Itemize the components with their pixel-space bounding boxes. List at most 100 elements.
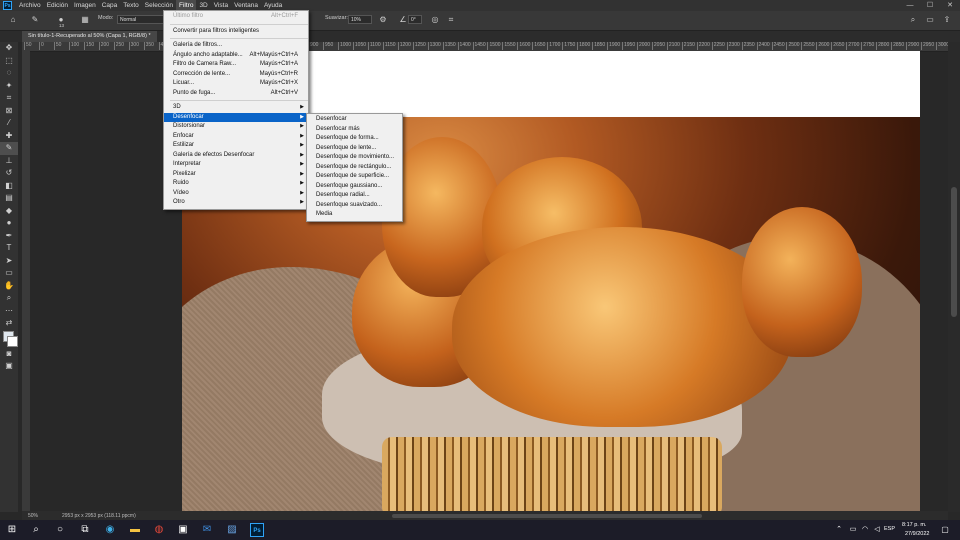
- notifications-icon[interactable]: ▢: [938, 523, 952, 537]
- history-brush-icon[interactable]: ↺: [0, 167, 18, 180]
- photoshop-taskbar-icon[interactable]: Ps: [250, 523, 264, 537]
- angle-input[interactable]: 0°: [408, 15, 422, 24]
- move-tool-icon[interactable]: ✥: [0, 42, 18, 55]
- filter-menu-item-otro[interactable]: Otro ▶: [164, 198, 308, 208]
- lasso-tool-icon[interactable]: ◌: [0, 67, 18, 80]
- filter-menu-item-estilizar[interactable]: Estilizar ▶: [164, 141, 308, 151]
- brush-tool-icon[interactable]: ✎: [0, 142, 18, 155]
- filter-menu-item-3d[interactable]: 3D ▶: [164, 103, 308, 113]
- ruler-tick: 2000: [636, 42, 651, 50]
- filter-menu-item-filtro-de-camera-raw[interactable]: Filtro de Camera Raw... Mayús+Ctrl+A: [164, 60, 308, 70]
- stamp-tool-icon[interactable]: ⊥: [0, 155, 18, 168]
- document-tab[interactable]: Sin título-1-Recuperado al 50% (Capa 1, …: [22, 31, 157, 42]
- pen-tool-icon[interactable]: ✒: [0, 230, 18, 243]
- blur-menu-item-desenfocar-mas[interactable]: Desenfocar más: [307, 125, 402, 135]
- path-select-icon[interactable]: ➤: [0, 255, 18, 268]
- file-explorer-icon[interactable]: ▬: [128, 523, 142, 537]
- menu-texto[interactable]: Texto: [120, 0, 142, 11]
- type-tool-icon[interactable]: T: [0, 242, 18, 255]
- blur-menu-item-desenfocar[interactable]: Desenfocar: [307, 115, 402, 125]
- mode-select[interactable]: Normal: [117, 15, 165, 24]
- minimize-button[interactable]: —: [900, 0, 920, 11]
- windows-start-icon[interactable]: ⊞: [5, 523, 19, 537]
- brush-settings-icon[interactable]: ▦: [80, 15, 90, 25]
- quick-mask-icon[interactable]: ◙: [0, 348, 18, 361]
- task-view-icon[interactable]: ⧉: [78, 523, 92, 537]
- filter-menu-item-desenfocar[interactable]: Desenfocar ▶: [164, 112, 308, 122]
- more-tools-icon[interactable]: ⋯: [0, 305, 18, 318]
- ruler-tick: 2400: [756, 42, 770, 50]
- filter-menu-item-enfocar[interactable]: Enfocar ▶: [164, 132, 308, 142]
- filter-menu-item-pixelizar[interactable]: Pixelizar ▶: [164, 170, 308, 180]
- blur-menu-item-media[interactable]: Media: [307, 210, 402, 220]
- horizontal-scrollbar[interactable]: [392, 514, 702, 518]
- filter-menu-item-convertir-para-filtros-inteligentes[interactable]: Convertir para filtros inteligentes: [164, 27, 308, 37]
- workspace-icon[interactable]: ▭: [925, 15, 935, 25]
- filter-menu-item-video[interactable]: Vídeo ▶: [164, 189, 308, 199]
- swap-colors-icon[interactable]: ⇄: [0, 317, 18, 330]
- filter-menu-item-ruido[interactable]: Ruido ▶: [164, 179, 308, 189]
- healing-brush-icon[interactable]: ✚: [0, 130, 18, 143]
- edge-icon[interactable]: ◉: [103, 523, 117, 537]
- color-swatches[interactable]: [0, 330, 18, 348]
- background-color[interactable]: [7, 335, 18, 347]
- screen-mode-icon[interactable]: ▣: [0, 360, 18, 373]
- filter-menu-item-distorsionar[interactable]: Distorsionar ▶: [164, 122, 308, 132]
- menu-edicion[interactable]: Edición: [44, 0, 71, 11]
- blur-menu-item-desenfoque-de-movimiento[interactable]: Desenfoque de movimiento...: [307, 153, 402, 163]
- photos-icon[interactable]: ▨: [225, 523, 239, 537]
- filter-menu-item-angulo-ancho-adaptable[interactable]: Ángulo ancho adaptable... Alt+Mayús+Ctrl+…: [164, 51, 308, 61]
- blur-menu-item-desenfoque-suavizado[interactable]: Desenfoque suavizado...: [307, 201, 402, 211]
- gear-icon[interactable]: ⚙: [378, 15, 388, 25]
- filter-menu-item-punto-de-fuga[interactable]: Punto de fuga... Alt+Ctrl+V: [164, 89, 308, 99]
- chrome-icon[interactable]: ◍: [152, 523, 166, 537]
- filter-menu-item-licuar[interactable]: Licuar... Mayús+Ctrl+X: [164, 79, 308, 89]
- search-icon[interactable]: ⌕: [29, 523, 43, 537]
- close-button[interactable]: ✕: [940, 0, 960, 11]
- clock-date[interactable]: 27/9/2022: [905, 531, 929, 537]
- hand-tool-icon[interactable]: ✋: [0, 280, 18, 293]
- blur-menu-item-desenfoque-radial[interactable]: Desenfoque radial...: [307, 191, 402, 201]
- mail-icon[interactable]: ✉: [200, 523, 214, 537]
- filter-menu-item-galeria-de-filtros[interactable]: Galería de filtros...: [164, 41, 308, 51]
- clock-time[interactable]: 8:17 p. m.: [902, 522, 926, 528]
- search-icon[interactable]: ⌕: [908, 15, 918, 25]
- brush-tool-icon[interactable]: ✎: [30, 15, 40, 25]
- zoom-tool-icon[interactable]: ⌕: [0, 292, 18, 305]
- maximize-button[interactable]: ☐: [920, 0, 940, 11]
- menu-imagen[interactable]: Imagen: [71, 0, 99, 11]
- rectangle-tool-icon[interactable]: ▭: [0, 267, 18, 280]
- filter-menu-item-galeria-de-efectos-desenfocar[interactable]: Galería de efectos Desenfocar ▶: [164, 151, 308, 161]
- blur-menu-item-desenfoque-de-forma[interactable]: Desenfoque de forma...: [307, 134, 402, 144]
- share-icon[interactable]: ⇪: [942, 15, 952, 25]
- filter-menu-item-interpretar[interactable]: Interpretar ▶: [164, 160, 308, 170]
- blur-menu-item-desenfoque-gaussiano[interactable]: Desenfoque gaussiano...: [307, 182, 402, 192]
- home-icon[interactable]: ⌂: [8, 15, 18, 25]
- eraser-icon[interactable]: ◧: [0, 180, 18, 193]
- blur-menu-item-desenfoque-de-superficie[interactable]: Desenfoque de superficie...: [307, 172, 402, 182]
- store-icon[interactable]: ▣: [176, 523, 190, 537]
- blur-menu-item-desenfoque-de-rectangulo[interactable]: Desenfoque de rectángulo...: [307, 163, 402, 173]
- filter-menu-item-correccion-de-lente[interactable]: Corrección de lente... Mayús+Ctrl+R: [164, 70, 308, 80]
- photoshop-logo[interactable]: Ps: [3, 1, 12, 10]
- menu-archivo[interactable]: Archivo: [16, 0, 44, 11]
- eyedropper-icon[interactable]: ⁄: [0, 117, 18, 130]
- marquee-tool-icon[interactable]: ⬚: [0, 55, 18, 68]
- pressure-size-icon[interactable]: ◎: [430, 15, 440, 25]
- crop-tool-icon[interactable]: ⌗: [0, 92, 18, 105]
- blur-menu-item-desenfoque-de-lente[interactable]: Desenfoque de lente...: [307, 144, 402, 154]
- symmetry-icon[interactable]: ⌗: [446, 15, 456, 25]
- blur-tool-icon[interactable]: ◆: [0, 205, 18, 218]
- vertical-scrollbar[interactable]: [948, 42, 960, 512]
- chevron-up-icon[interactable]: ⌃: [832, 523, 846, 537]
- volume-icon[interactable]: ◁: [870, 523, 884, 537]
- language-indicator[interactable]: ESP: [884, 526, 895, 532]
- cortana-icon[interactable]: ○: [53, 523, 67, 537]
- smoothing-input[interactable]: 10%: [348, 15, 372, 24]
- menu-capa[interactable]: Capa: [99, 0, 121, 11]
- gradient-icon[interactable]: ▤: [0, 192, 18, 205]
- quick-select-icon[interactable]: ✦: [0, 80, 18, 93]
- dodge-tool-icon[interactable]: ●: [0, 217, 18, 230]
- scroll-thumb[interactable]: [951, 187, 957, 317]
- frame-tool-icon[interactable]: ⊠: [0, 105, 18, 118]
